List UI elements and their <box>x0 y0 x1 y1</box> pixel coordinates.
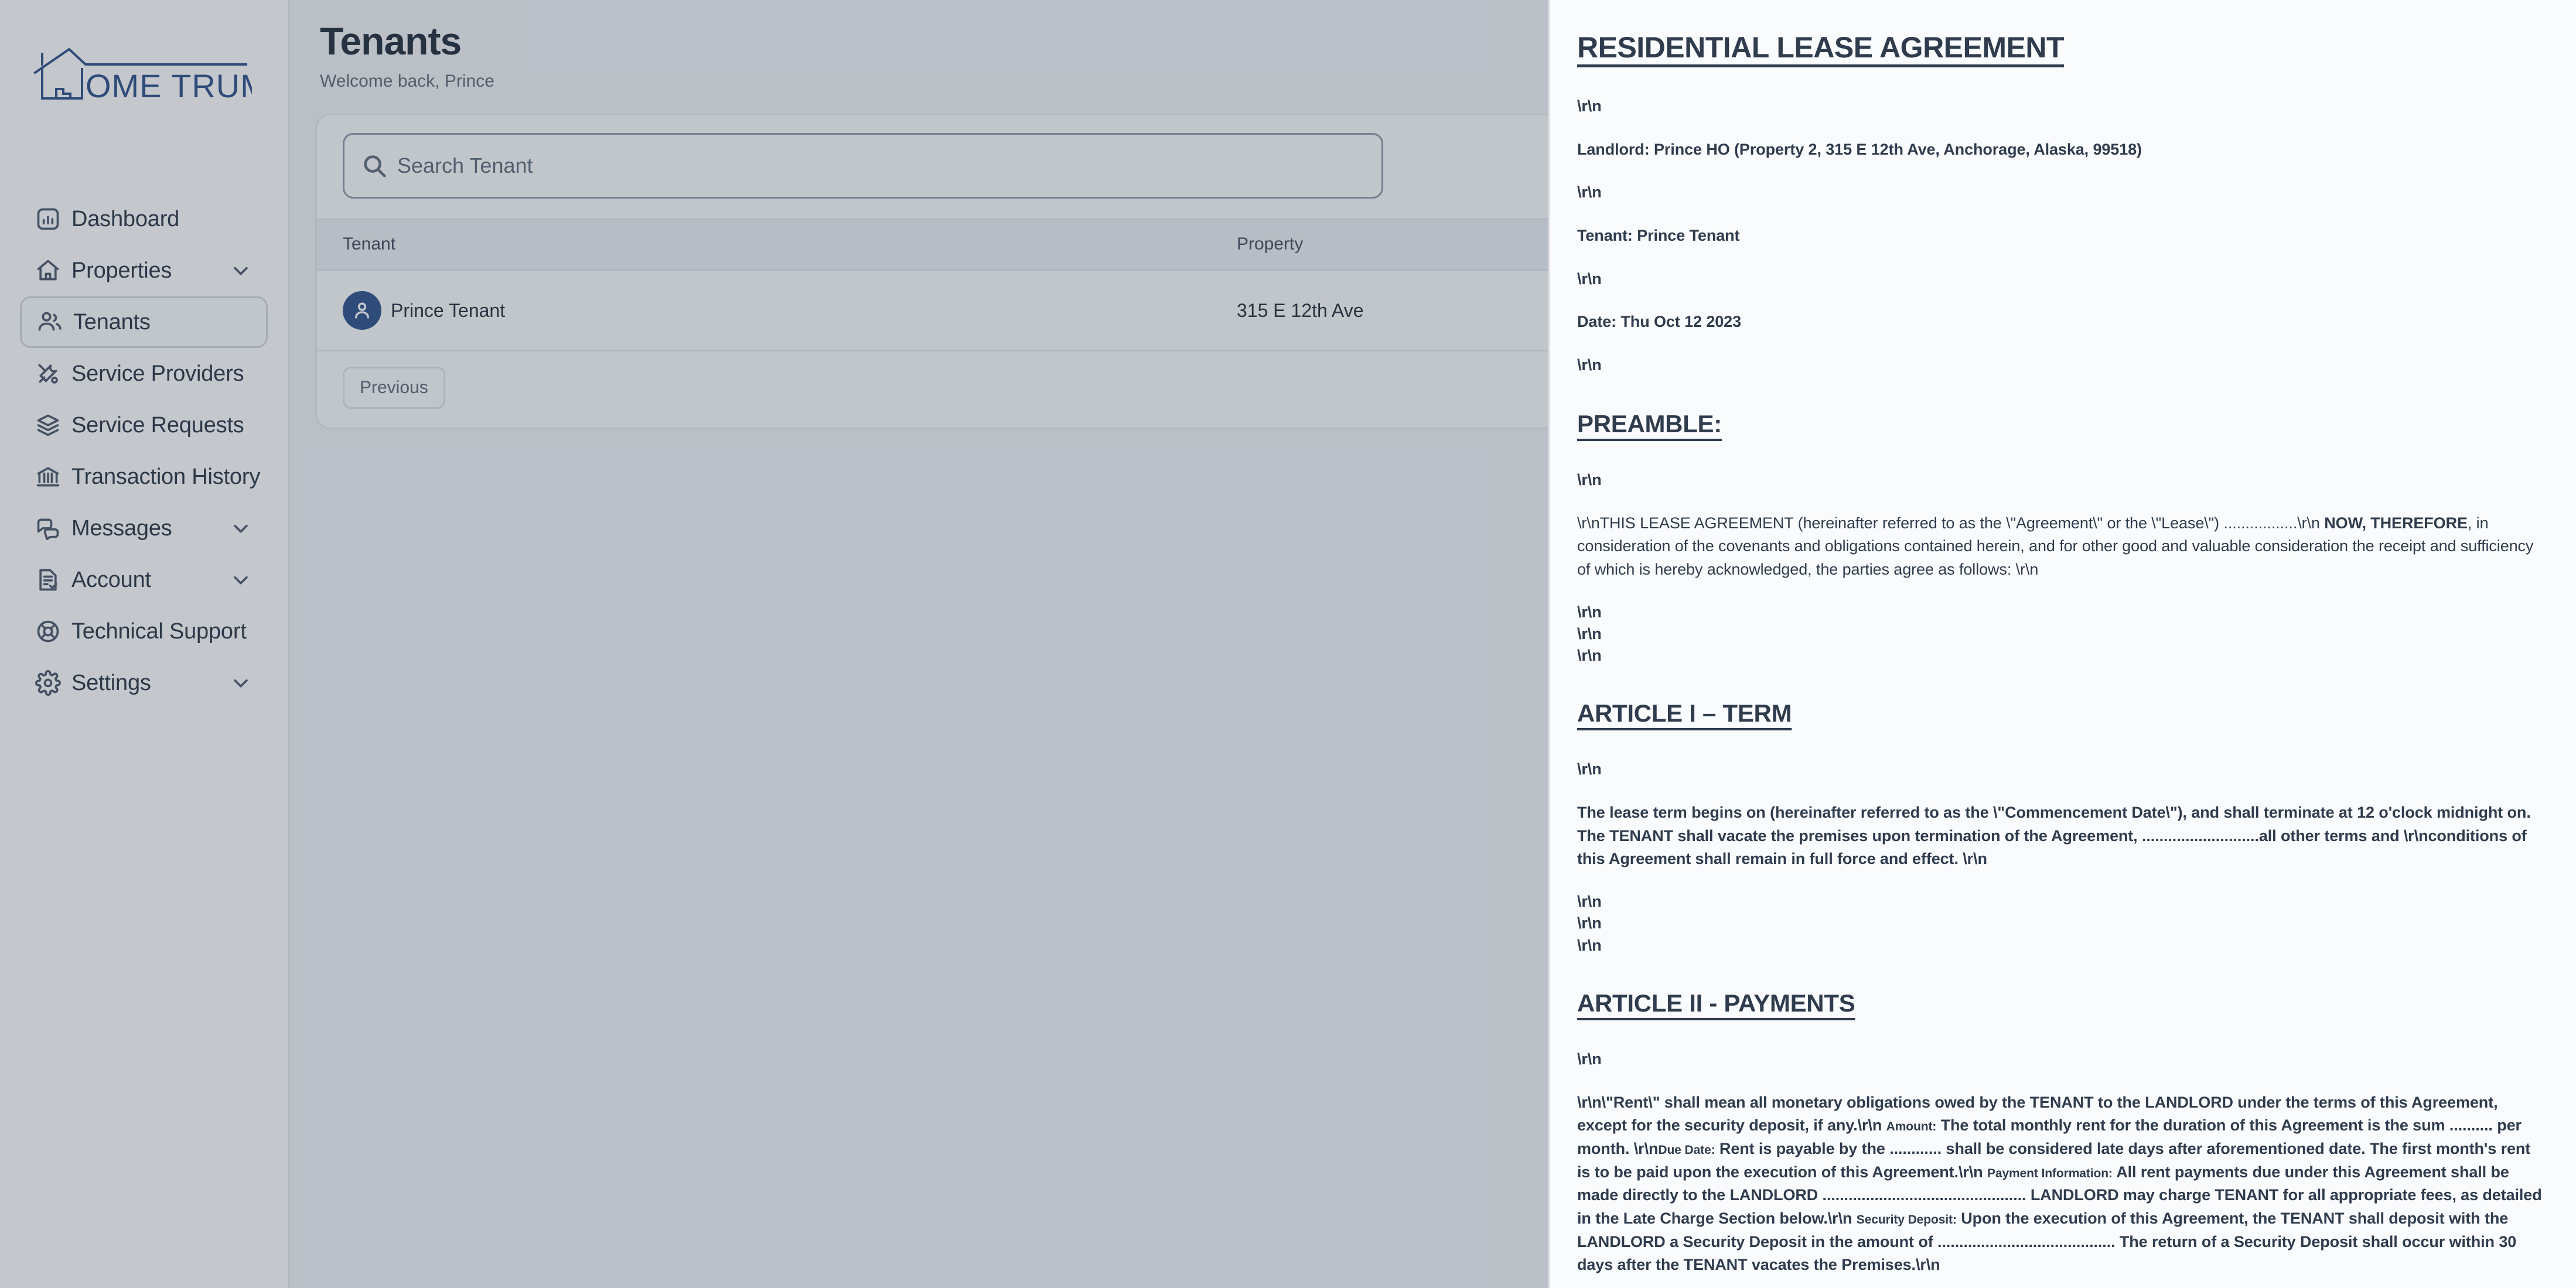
sidebar-item-dashboard[interactable]: Dashboard <box>20 193 268 245</box>
sidebar: OME TRUMPETER Dashboard Properties <box>0 0 289 1288</box>
tools-icon <box>35 361 71 387</box>
a2-label-due-date: Due Date: <box>1658 1143 1715 1157</box>
sidebar-item-label: Account <box>71 567 151 592</box>
newline-marker: \r\n <box>1577 356 1602 374</box>
svg-text:OME TRUMPETER: OME TRUMPETER <box>86 67 252 104</box>
newline-marker: \r\n <box>1577 183 1602 201</box>
chat-icon <box>35 515 71 541</box>
sidebar-item-account[interactable]: Account <box>20 554 268 606</box>
date-line: Date: Thu Oct 12 2023 <box>1577 313 1742 331</box>
sidebar-item-label: Messages <box>71 515 172 541</box>
article-1-body: The lease term begins on (hereinafter re… <box>1577 804 2531 868</box>
layers-icon <box>35 412 71 438</box>
preamble-bold: NOW, THEREFORE <box>2324 514 2468 532</box>
chevron-down-icon[interactable] <box>229 259 253 282</box>
user-avatar-icon <box>354 302 370 319</box>
tenant-line: Tenant: Prince Tenant <box>1577 227 1740 245</box>
preamble-body: \r\nTHIS LEASE AGREEMENT (hereinafter re… <box>1577 512 2543 582</box>
sidebar-item-label: Service Providers <box>71 361 244 386</box>
newline-marker: \r\n <box>1577 936 1602 954</box>
sidebar-item-tenants[interactable]: Tenants <box>20 296 268 348</box>
sidebar-nav: Dashboard Properties Tenants Service Pro… <box>0 193 288 709</box>
search-icon <box>361 152 388 179</box>
article-2-body: \r\n\"Rent\" shall mean all monetary obl… <box>1577 1091 2543 1277</box>
document-check-icon <box>35 567 71 593</box>
newline-marker: \r\n <box>1577 624 1602 643</box>
chevron-down-icon[interactable] <box>229 671 253 695</box>
sidebar-item-label: Dashboard <box>71 206 180 231</box>
sidebar-item-settings[interactable]: Settings <box>20 657 268 709</box>
chevron-down-icon[interactable] <box>229 517 253 540</box>
sidebar-item-service-requests[interactable]: Service Requests <box>20 399 268 451</box>
sidebar-item-label: Settings <box>71 670 151 695</box>
lease-document: RESIDENTIAL LEASE AGREEMENT \r\n Landlor… <box>1577 30 2543 1288</box>
lease-document-panel: RESIDENTIAL LEASE AGREEMENT \r\n Landlor… <box>1548 0 2576 1288</box>
sidebar-item-label: Tenants <box>73 309 151 334</box>
newline-marker: \r\n <box>1577 470 1602 488</box>
article-1-heading: ARTICLE I – TERM <box>1577 699 1792 727</box>
preamble-part-1: \r\nTHIS LEASE AGREEMENT (hereinafter re… <box>1577 514 2325 532</box>
chevron-down-icon[interactable] <box>229 568 253 592</box>
a2-label-amount: Amount: <box>1886 1120 1937 1134</box>
sidebar-item-transaction-history[interactable]: Transaction History <box>20 451 268 503</box>
newline-marker: \r\n <box>1577 97 1602 115</box>
sidebar-item-messages[interactable]: Messages <box>20 503 268 554</box>
home-icon <box>35 258 71 283</box>
search-box[interactable] <box>343 133 1383 199</box>
gear-icon <box>35 670 71 696</box>
application-root: OME TRUMPETER Dashboard Properties <box>0 0 2576 1288</box>
sidebar-item-label: Transaction History <box>71 464 261 489</box>
home-trumpeter-logo-icon: OME TRUMPETER <box>33 47 252 104</box>
search-input[interactable] <box>397 153 1365 178</box>
users-icon <box>37 309 73 335</box>
previous-button[interactable]: Previous <box>343 367 445 409</box>
article-2-heading: ARTICLE II - PAYMENTS <box>1577 989 1855 1017</box>
preamble-heading: PREAMBLE: <box>1577 409 1722 438</box>
a2-label-security-deposit: Security Deposit: <box>1856 1212 1957 1226</box>
sidebar-item-label: Service Requests <box>71 412 244 438</box>
landlord-line: Landlord: Prince HO (Property 2, 315 E 1… <box>1577 140 2142 158</box>
bank-icon <box>35 464 71 490</box>
sidebar-item-label: Technical Support <box>71 619 247 644</box>
sidebar-item-properties[interactable]: Properties <box>20 245 268 296</box>
newline-marker: \r\n <box>1577 1050 1602 1068</box>
newline-block: \r\n \r\n \r\n <box>1577 602 2543 667</box>
lifebuoy-icon <box>35 619 71 644</box>
newline-marker: \r\n <box>1577 914 1602 932</box>
chart-bar-icon <box>35 206 71 232</box>
newline-marker: \r\n <box>1577 893 1602 911</box>
tenant-name: Prince Tenant <box>391 299 506 321</box>
a2-label-payment-info: Payment Information: <box>1987 1166 2113 1180</box>
document-title: RESIDENTIAL LEASE AGREEMENT <box>1577 31 2065 64</box>
column-header-tenant: Tenant <box>317 218 1219 271</box>
newline-marker: \r\n <box>1577 760 1602 778</box>
newline-marker: \r\n <box>1577 603 1602 621</box>
newline-block: \r\n \r\n \r\n <box>1577 891 2543 956</box>
sidebar-item-technical-support[interactable]: Technical Support <box>20 606 268 657</box>
sidebar-item-service-providers[interactable]: Service Providers <box>20 348 268 399</box>
sidebar-item-label: Properties <box>71 258 172 283</box>
newline-marker: \r\n <box>1577 269 1602 288</box>
cell-tenant: Prince Tenant <box>317 270 1219 351</box>
brand-logo[interactable]: OME TRUMPETER <box>0 29 288 176</box>
newline-marker: \r\n <box>1577 647 1602 665</box>
avatar <box>343 291 381 330</box>
